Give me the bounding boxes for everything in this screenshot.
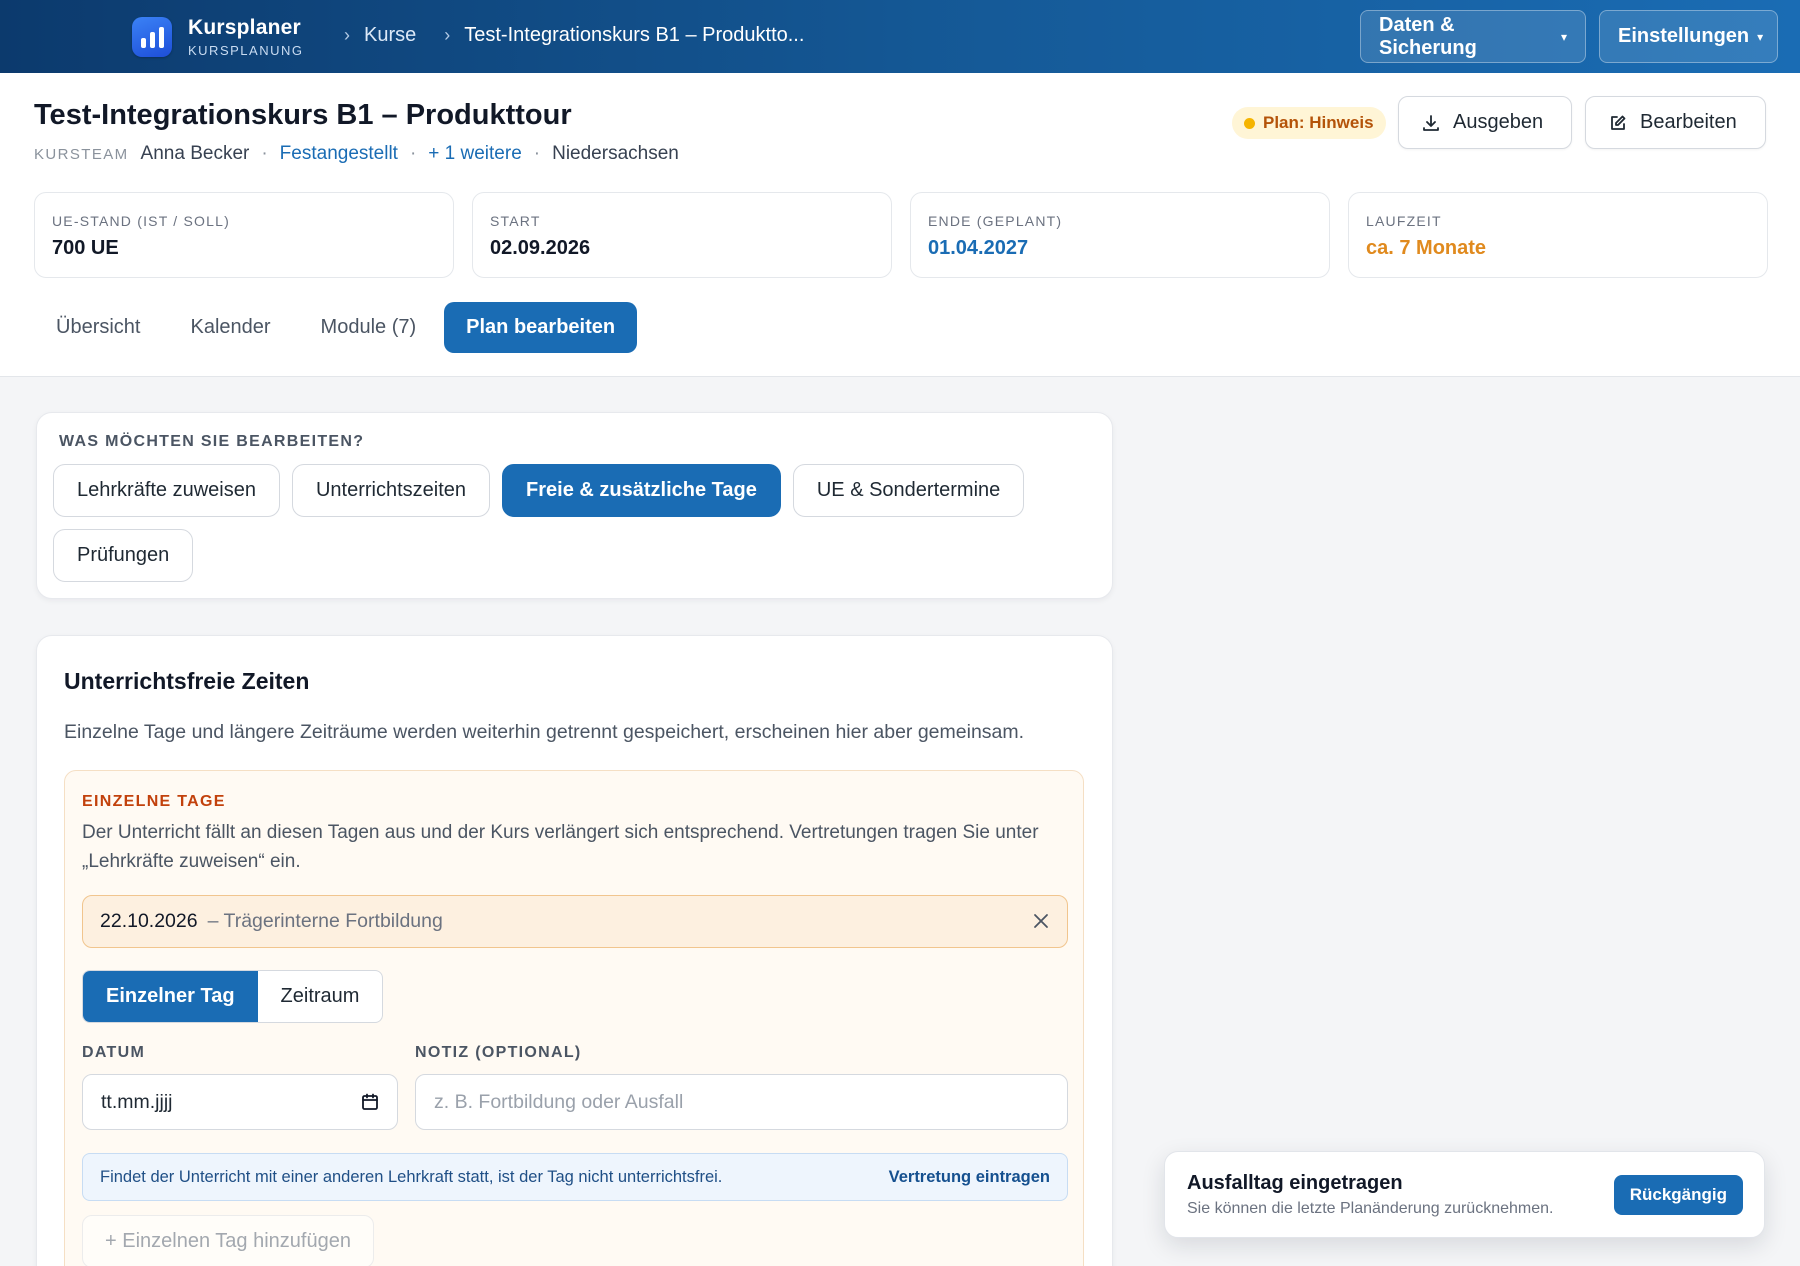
separator: · bbox=[261, 143, 268, 164]
chevron-right-icon: › bbox=[444, 25, 451, 45]
mode-single-day[interactable]: Einzelner Tag bbox=[83, 971, 258, 1022]
app-subtitle: KURSPLANUNG bbox=[188, 43, 304, 58]
substitution-info-text: Findet der Unterricht mit einer anderen … bbox=[100, 1167, 723, 1186]
edit-button[interactable]: Bearbeiten bbox=[1585, 96, 1766, 149]
mode-period[interactable]: Zeitraum bbox=[258, 971, 383, 1022]
section-description: Einzelne Tage und längere Zeiträume werd… bbox=[64, 721, 1025, 743]
tab-calendar[interactable]: Kalender bbox=[168, 302, 292, 353]
tab-edit-plan[interactable]: Plan bearbeiten bbox=[444, 302, 638, 353]
tab-modules[interactable]: Module (7) bbox=[299, 302, 439, 353]
section-title: Unterrichtsfreie Zeiten bbox=[64, 668, 310, 694]
status-dot-icon bbox=[1244, 117, 1255, 129]
option-lesson-times[interactable]: Unterrichtszeiten bbox=[291, 464, 491, 517]
undo-toast: Ausfalltag eingetragen Sie können die le… bbox=[1164, 1151, 1765, 1238]
stat-card-start: START 02.09.2026 bbox=[472, 192, 892, 278]
free-times-panel: Unterrichtsfreie Zeiten Einzelne Tage un… bbox=[36, 635, 1113, 1266]
settings-menu-button[interactable]: Einstellungen ▾ bbox=[1599, 10, 1778, 63]
chevron-right-icon: › bbox=[344, 25, 350, 45]
course-stats: UE-STAND (IST / SOLL) 700 UE START 02.09… bbox=[34, 192, 1768, 278]
stat-card-end: ENDE (GEPLANT) 01.04.2027 bbox=[910, 192, 1330, 278]
course-meta: KURSTEAM Anna Becker · Festangestellt · … bbox=[34, 143, 679, 165]
single-days-description: Der Unterricht fällt an diesen Tagen aus… bbox=[82, 822, 1039, 872]
region: Niedersachsen bbox=[552, 143, 679, 164]
data-backup-menu-button[interactable]: Daten & Sicherung ▾ bbox=[1360, 10, 1586, 63]
free-day-entry: 22.10.2026 – Trägerinterne Fortbildung bbox=[82, 895, 1068, 948]
entry-note: – Trägerinterne Fortbildung bbox=[207, 910, 443, 932]
date-input[interactable]: tt.mm.jjjj bbox=[82, 1074, 398, 1130]
teacher-name: Anna Becker bbox=[140, 143, 250, 164]
option-exams[interactable]: Prüfungen bbox=[53, 529, 194, 582]
calendar-icon[interactable] bbox=[361, 1093, 379, 1111]
single-days-label: EINZELNE TAGE bbox=[82, 793, 226, 810]
separator: · bbox=[533, 143, 541, 164]
download-icon bbox=[1423, 114, 1439, 131]
edit-options-panel: WAS MÖCHTEN SIE BEARBEITEN? Lehrkräfte z… bbox=[36, 412, 1113, 599]
page-title: Test-Integrationskurs B1 – Produkttour bbox=[34, 99, 572, 131]
app-name: Kursplaner bbox=[188, 16, 301, 39]
note-input[interactable]: z. B. Fortbildung oder Ausfall bbox=[415, 1074, 1068, 1130]
course-header: Test-Integrationskurs B1 – Produkttour K… bbox=[0, 73, 1800, 377]
stat-label: UE-STAND (IST / SOLL) bbox=[52, 213, 230, 229]
stat-card-ue: UE-STAND (IST / SOLL) 700 UE bbox=[34, 192, 454, 278]
export-label: Ausgeben bbox=[1453, 111, 1544, 133]
toast-title: Ausfalltag eingetragen bbox=[1187, 1172, 1403, 1194]
add-single-day-button[interactable]: + Einzelnen Tag hinzufügen bbox=[82, 1215, 374, 1266]
caret-down-icon: ▾ bbox=[1757, 29, 1764, 44]
stat-label: START bbox=[490, 213, 541, 229]
edit-label: Bearbeiten bbox=[1640, 111, 1737, 133]
stat-card-duration: LAUFZEIT ca. 7 Monate bbox=[1348, 192, 1768, 278]
app-logo-icon[interactable] bbox=[132, 17, 172, 57]
caret-down-icon: ▾ bbox=[1560, 29, 1567, 44]
toast-text: Sie können die letzte Planänderung zurüc… bbox=[1187, 1200, 1554, 1217]
data-backup-label: Daten & Sicherung bbox=[1379, 13, 1477, 59]
plan-status-badge[interactable]: Plan: Hinweis bbox=[1232, 107, 1386, 139]
tab-overview[interactable]: Übersicht bbox=[34, 302, 162, 353]
single-days-box: EINZELNE TAGE Der Unterricht fällt an di… bbox=[64, 770, 1084, 1266]
employment-link[interactable]: Festangestellt bbox=[280, 143, 398, 165]
breadcrumb: › Kurse › Test-Integrationskurs B1 – Pro… bbox=[340, 24, 804, 47]
course-tabs: Übersicht Kalender Module (7) Plan bearb… bbox=[34, 302, 643, 353]
mode-toggle: Einzelner Tag Zeitraum bbox=[82, 970, 384, 1023]
note-label: NOTIZ (OPTIONAL) bbox=[415, 1044, 582, 1061]
add-substitution-link[interactable]: Vertretung eintragen bbox=[889, 1168, 1050, 1187]
entry-date: 22.10.2026 bbox=[100, 910, 198, 932]
settings-label: Einstellungen bbox=[1618, 25, 1750, 47]
stat-value: 700 UE bbox=[52, 237, 119, 259]
stat-value: ca. 7 Monate bbox=[1366, 237, 1487, 259]
edit-icon bbox=[1611, 115, 1626, 130]
option-free-days[interactable]: Freie & zusätzliche Tage bbox=[502, 464, 781, 517]
team-label: KURSTEAM bbox=[34, 145, 129, 163]
stat-value: 02.09.2026 bbox=[490, 237, 591, 259]
stat-value: 01.04.2027 bbox=[928, 237, 1029, 259]
app-brand[interactable]: Kursplaner KURSPLANUNG bbox=[188, 16, 303, 58]
edit-options: Lehrkräfte zuweisen Unterrichtszeiten Fr… bbox=[53, 464, 1093, 582]
more-teachers-link[interactable]: + 1 weitere bbox=[428, 143, 521, 165]
breadcrumb-current: Test-Integrationskurs B1 – Produktto... bbox=[464, 24, 805, 46]
option-assign-teachers[interactable]: Lehrkräfte zuweisen bbox=[53, 464, 280, 517]
edit-question: WAS MÖCHTEN SIE BEARBEITEN? bbox=[59, 433, 365, 450]
top-navigation-bar: Kursplaner KURSPLANUNG › Kurse › Test-In… bbox=[0, 0, 1800, 73]
date-input-value: tt.mm.jjjj bbox=[101, 1090, 173, 1113]
undo-button[interactable]: Rückgängig bbox=[1613, 1175, 1743, 1215]
plan-status-label: Plan: Hinweis bbox=[1263, 113, 1374, 132]
stat-label: LAUFZEIT bbox=[1366, 213, 1442, 229]
separator: · bbox=[409, 143, 417, 164]
export-button[interactable]: Ausgeben bbox=[1398, 96, 1572, 149]
option-ue-special-dates[interactable]: UE & Sondertermine bbox=[792, 464, 1025, 517]
substitution-info: Findet der Unterricht mit einer anderen … bbox=[82, 1153, 1068, 1201]
close-icon[interactable] bbox=[1031, 911, 1051, 931]
breadcrumb-link-kurse[interactable]: Kurse bbox=[364, 24, 416, 47]
stat-label: ENDE (GEPLANT) bbox=[928, 213, 1063, 229]
date-label: DATUM bbox=[82, 1044, 146, 1061]
